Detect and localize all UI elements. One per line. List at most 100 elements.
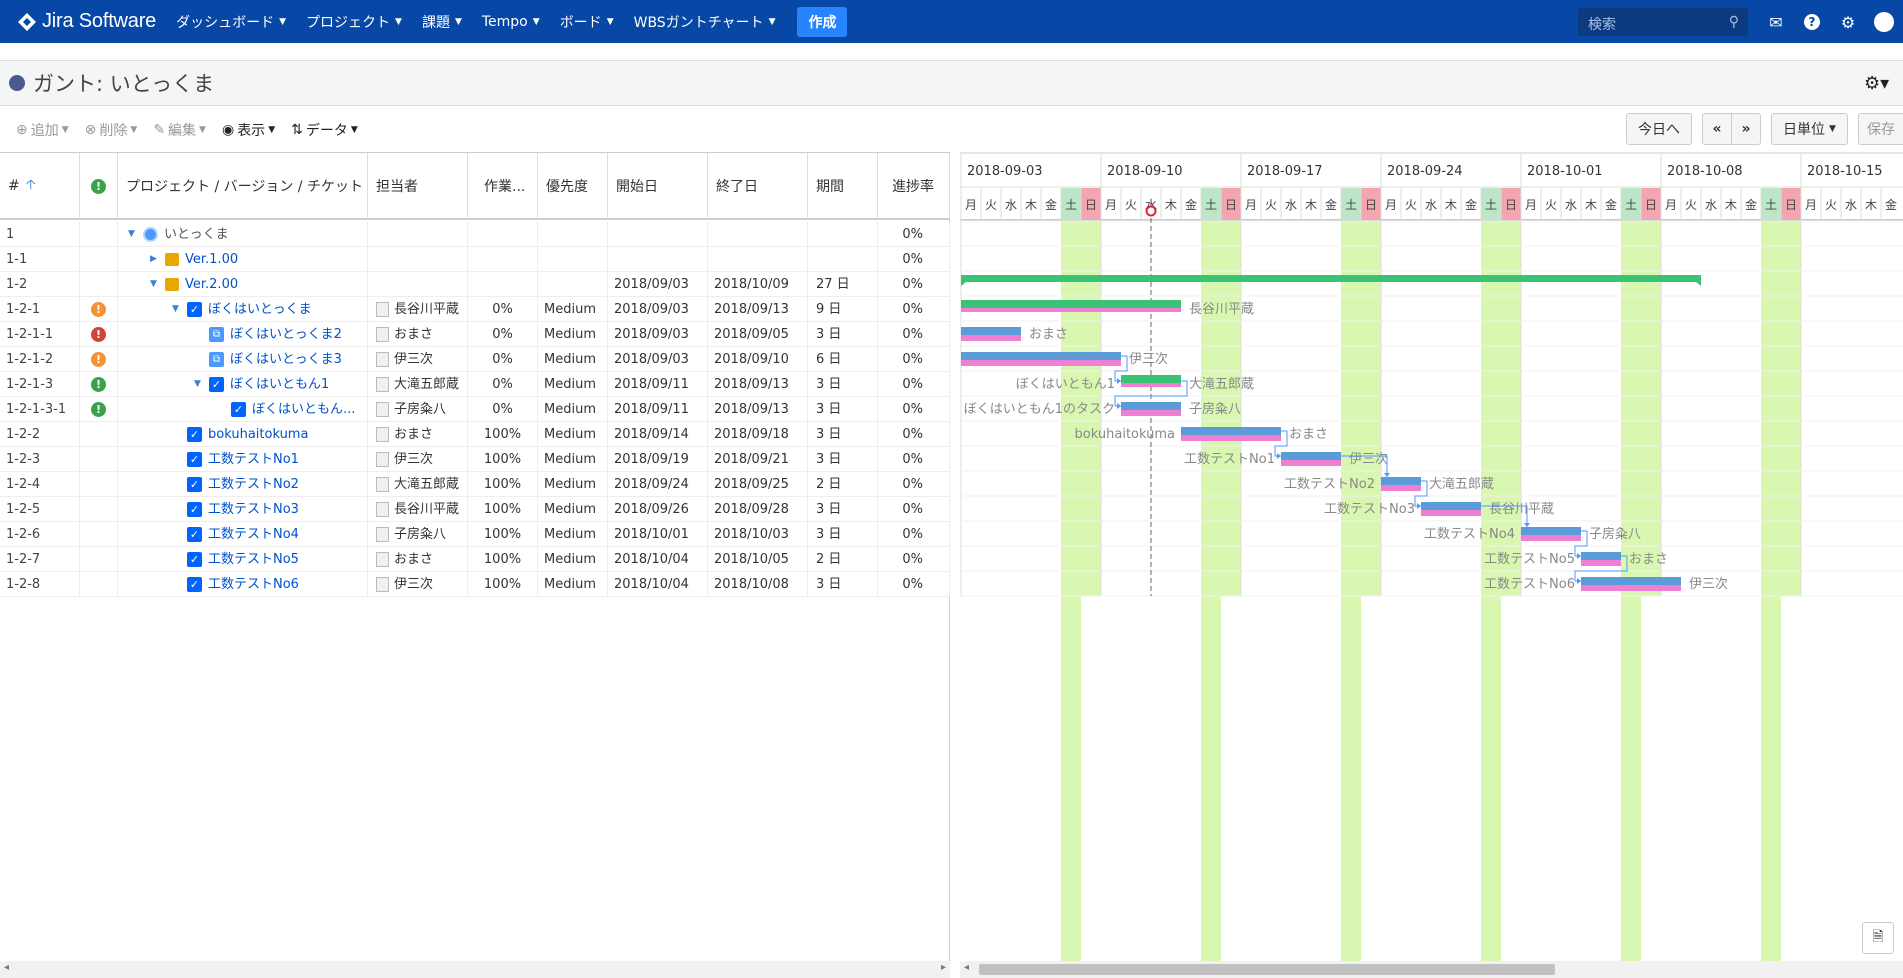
row-title[interactable]: ぼくはいともん... <box>252 402 355 417</box>
jira-logo[interactable]: Jira Software <box>18 10 156 33</box>
search-input[interactable]: 検索 ⚲ <box>1578 8 1748 36</box>
add-button[interactable]: ⊕ 追加 ▼ <box>16 120 69 140</box>
row-progress-value: 0% <box>902 527 923 542</box>
column-work[interactable]: 作業... <box>468 153 538 219</box>
row-title[interactable]: ぼくはいとっくま3 <box>230 352 342 367</box>
row-work-value: 100% <box>483 552 522 567</box>
expand-open-icon[interactable]: ▼ <box>150 272 162 297</box>
row-title[interactable]: ぼくはいとっくま2 <box>230 327 342 342</box>
table-row[interactable]: 1-2-1! ▼ ✓ ぼくはいとっくま 長谷川平蔵 0% Medium 2018/09/03 2… <box>0 297 950 322</box>
row-title[interactable]: bokuhaitokuma <box>208 427 308 442</box>
row-progress-value: 0% <box>902 227 923 242</box>
task-checkbox-icon: ✓ <box>187 452 202 467</box>
column-duration[interactable]: 期間 <box>808 153 878 219</box>
table-row[interactable]: 1-1 ▶ Ver.1.00 0% <box>0 247 950 272</box>
row-assignee-cell: 子房粂八 <box>368 522 468 547</box>
row-start-value: 2018/10/04 <box>614 577 689 592</box>
megaphone-icon[interactable]: ✉ <box>1766 12 1786 32</box>
nav-wbs-gantt[interactable]: WBSガントチャート ▼ <box>634 12 776 32</box>
row-title[interactable]: Ver.2.00 <box>185 277 238 292</box>
column-start[interactable]: 開始日 <box>608 153 708 219</box>
bar-title-label: 工数テストNo2 <box>1284 477 1375 492</box>
row-title[interactable]: 工数テストNo1 <box>208 452 299 467</box>
settings-icon[interactable]: ⚙ <box>1838 12 1858 32</box>
task-bar <box>961 352 1121 360</box>
day-label: 木 <box>1025 198 1037 212</box>
row-priority: Medium <box>538 422 608 447</box>
row-title[interactable]: 工数テストNo3 <box>208 502 299 517</box>
help-icon[interactable]: ? <box>1802 12 1822 32</box>
row-start-value: 2018/09/24 <box>614 477 689 492</box>
table-row[interactable]: 1-2-1-3-1! ✓ ぼくはいともん... 子房粂八 0% Medium 2018/09… <box>0 397 950 422</box>
row-title-cell: ▼ ✓ ぼくはいとっくま <box>118 297 368 322</box>
table-row[interactable]: 1-2-1-3! ▼ ✓ ぼくはいともん1 大滝五郎蔵 0% Medium 2018/09/1… <box>0 372 950 397</box>
row-title[interactable]: 工数テストNo5 <box>208 552 299 567</box>
nav-issues-label: 課題 <box>421 14 450 31</box>
table-row[interactable]: 1-2-3 ✓ 工数テストNo1 伊三次 100% Medium 2018/09/19 201… <box>0 447 950 472</box>
column-assignee[interactable]: 担当者 <box>368 153 468 219</box>
gantt-scroll-thumb[interactable] <box>979 964 1555 975</box>
day-label: 水 <box>1565 198 1577 212</box>
view-button[interactable]: ◉ 表示 ▼ <box>222 120 275 140</box>
nav-tempo[interactable]: Tempo ▼ <box>482 14 540 30</box>
expand-open-icon[interactable]: ▼ <box>194 372 206 397</box>
data-button[interactable]: ⇅ データ ▼ <box>291 120 358 140</box>
column-end[interactable]: 終了日 <box>708 153 808 219</box>
row-title[interactable]: 工数テストNo2 <box>208 477 299 492</box>
row-priority-icon-cell: ! <box>80 322 118 347</box>
column-progress[interactable]: 進捗率 <box>878 153 950 219</box>
column-priority[interactable]: 優先度 <box>538 153 608 219</box>
grid-scrollbar[interactable]: ◂ ▸ <box>0 961 950 978</box>
table-row[interactable]: 1-2-4 ✓ 工数テストNo2 大滝五郎蔵 100% Medium 2018/09/24 2… <box>0 472 950 497</box>
day-label: 水 <box>1425 198 1437 212</box>
table-row[interactable]: 1-2-8 ✓ 工数テストNo6 伊三次 100% Medium 2018/10/04 201… <box>0 572 950 597</box>
row-start-value: 2018/10/04 <box>614 552 689 567</box>
row-duration: 2 日 <box>808 547 878 572</box>
avatar[interactable] <box>1874 12 1894 32</box>
row-title[interactable]: 工数テストNo4 <box>208 527 299 542</box>
parent-bar-progress <box>1121 383 1181 387</box>
edit-button[interactable]: ✎ 編集 ▼ <box>153 120 206 140</box>
table-row[interactable]: 1-2-1-1! ⧉ ぼくはいとっくま2 おまさ 0% Medium 2018/09/03 2… <box>0 322 950 347</box>
table-row[interactable]: 1-2 ▼ Ver.2.00 2018/09/03 2018/10/09 27 日 0% <box>0 272 950 297</box>
expand-open-icon[interactable]: ▼ <box>128 222 140 247</box>
today-button[interactable]: 今日へ <box>1626 113 1692 145</box>
table-row[interactable]: 1-2-7 ✓ 工数テストNo5 おまさ 100% Medium 2018/10/04 201… <box>0 547 950 572</box>
nav-tempo-label: Tempo <box>481 13 528 30</box>
save-button[interactable]: 保存 <box>1858 113 1903 145</box>
priority-green-icon: ! <box>91 377 106 392</box>
nav-dashboard[interactable]: ダッシュボード ▼ <box>176 12 286 32</box>
column-priority-icon[interactable]: ! <box>80 153 118 219</box>
delete-button[interactable]: ⊗ 削除 ▼ <box>85 120 138 140</box>
row-priority-icon-cell <box>80 272 118 297</box>
row-title[interactable]: Ver.1.00 <box>185 252 238 267</box>
table-row[interactable]: 1-2-2 ✓ bokuhaitokuma おまさ 100% Medium 2018/09/… <box>0 422 950 447</box>
create-button[interactable]: 作成 <box>797 6 848 37</box>
gear-icon[interactable]: ⚙▾ <box>1864 73 1889 94</box>
next-button[interactable]: » <box>1731 113 1761 145</box>
avatar <box>376 452 389 467</box>
table-row[interactable]: 1-2-5 ✓ 工数テストNo3 長谷川平蔵 100% Medium 2018/09/26 2… <box>0 497 950 522</box>
priority-red-icon: ! <box>91 327 106 342</box>
table-row[interactable]: 1 ▼ いとっくま 0% <box>0 222 950 247</box>
row-title[interactable]: 工数テストNo6 <box>208 577 299 592</box>
unit-select[interactable]: 日単位 ▼ <box>1771 113 1848 145</box>
expand-open-icon[interactable]: ▼ <box>172 297 184 322</box>
prev-button[interactable]: « <box>1702 113 1732 145</box>
row-title[interactable]: ぼくはいとっくま <box>208 302 312 317</box>
nav-issues[interactable]: 課題 ▼ <box>422 12 462 32</box>
edit-label: 編集 <box>168 123 197 139</box>
day-label: 月 <box>1525 198 1537 212</box>
table-row[interactable]: 1-2-6 ✓ 工数テストNo4 子房粂八 100% Medium 2018/10/01 20… <box>0 522 950 547</box>
delete-label: 削除 <box>99 123 128 139</box>
column-title[interactable]: プロジェクト / バージョン / チケット <box>118 153 368 219</box>
table-row[interactable]: 1-2-1-2! ⧉ ぼくはいとっくま3 伊三次 0% Medium 2018/09/03 2… <box>0 347 950 372</box>
row-duration-value: 3 日 <box>816 402 842 417</box>
gantt-scrollbar[interactable]: ◂ <box>960 961 1903 978</box>
nav-boards[interactable]: ボード ▼ <box>560 12 614 32</box>
document-icon[interactable]: 🗎 <box>1862 922 1894 954</box>
column-number[interactable]: # 🡡 <box>0 153 80 219</box>
expand-closed-icon[interactable]: ▶ <box>150 247 162 272</box>
row-title[interactable]: ぼくはいともん1 <box>230 377 329 392</box>
nav-projects[interactable]: プロジェクト ▼ <box>306 12 402 32</box>
